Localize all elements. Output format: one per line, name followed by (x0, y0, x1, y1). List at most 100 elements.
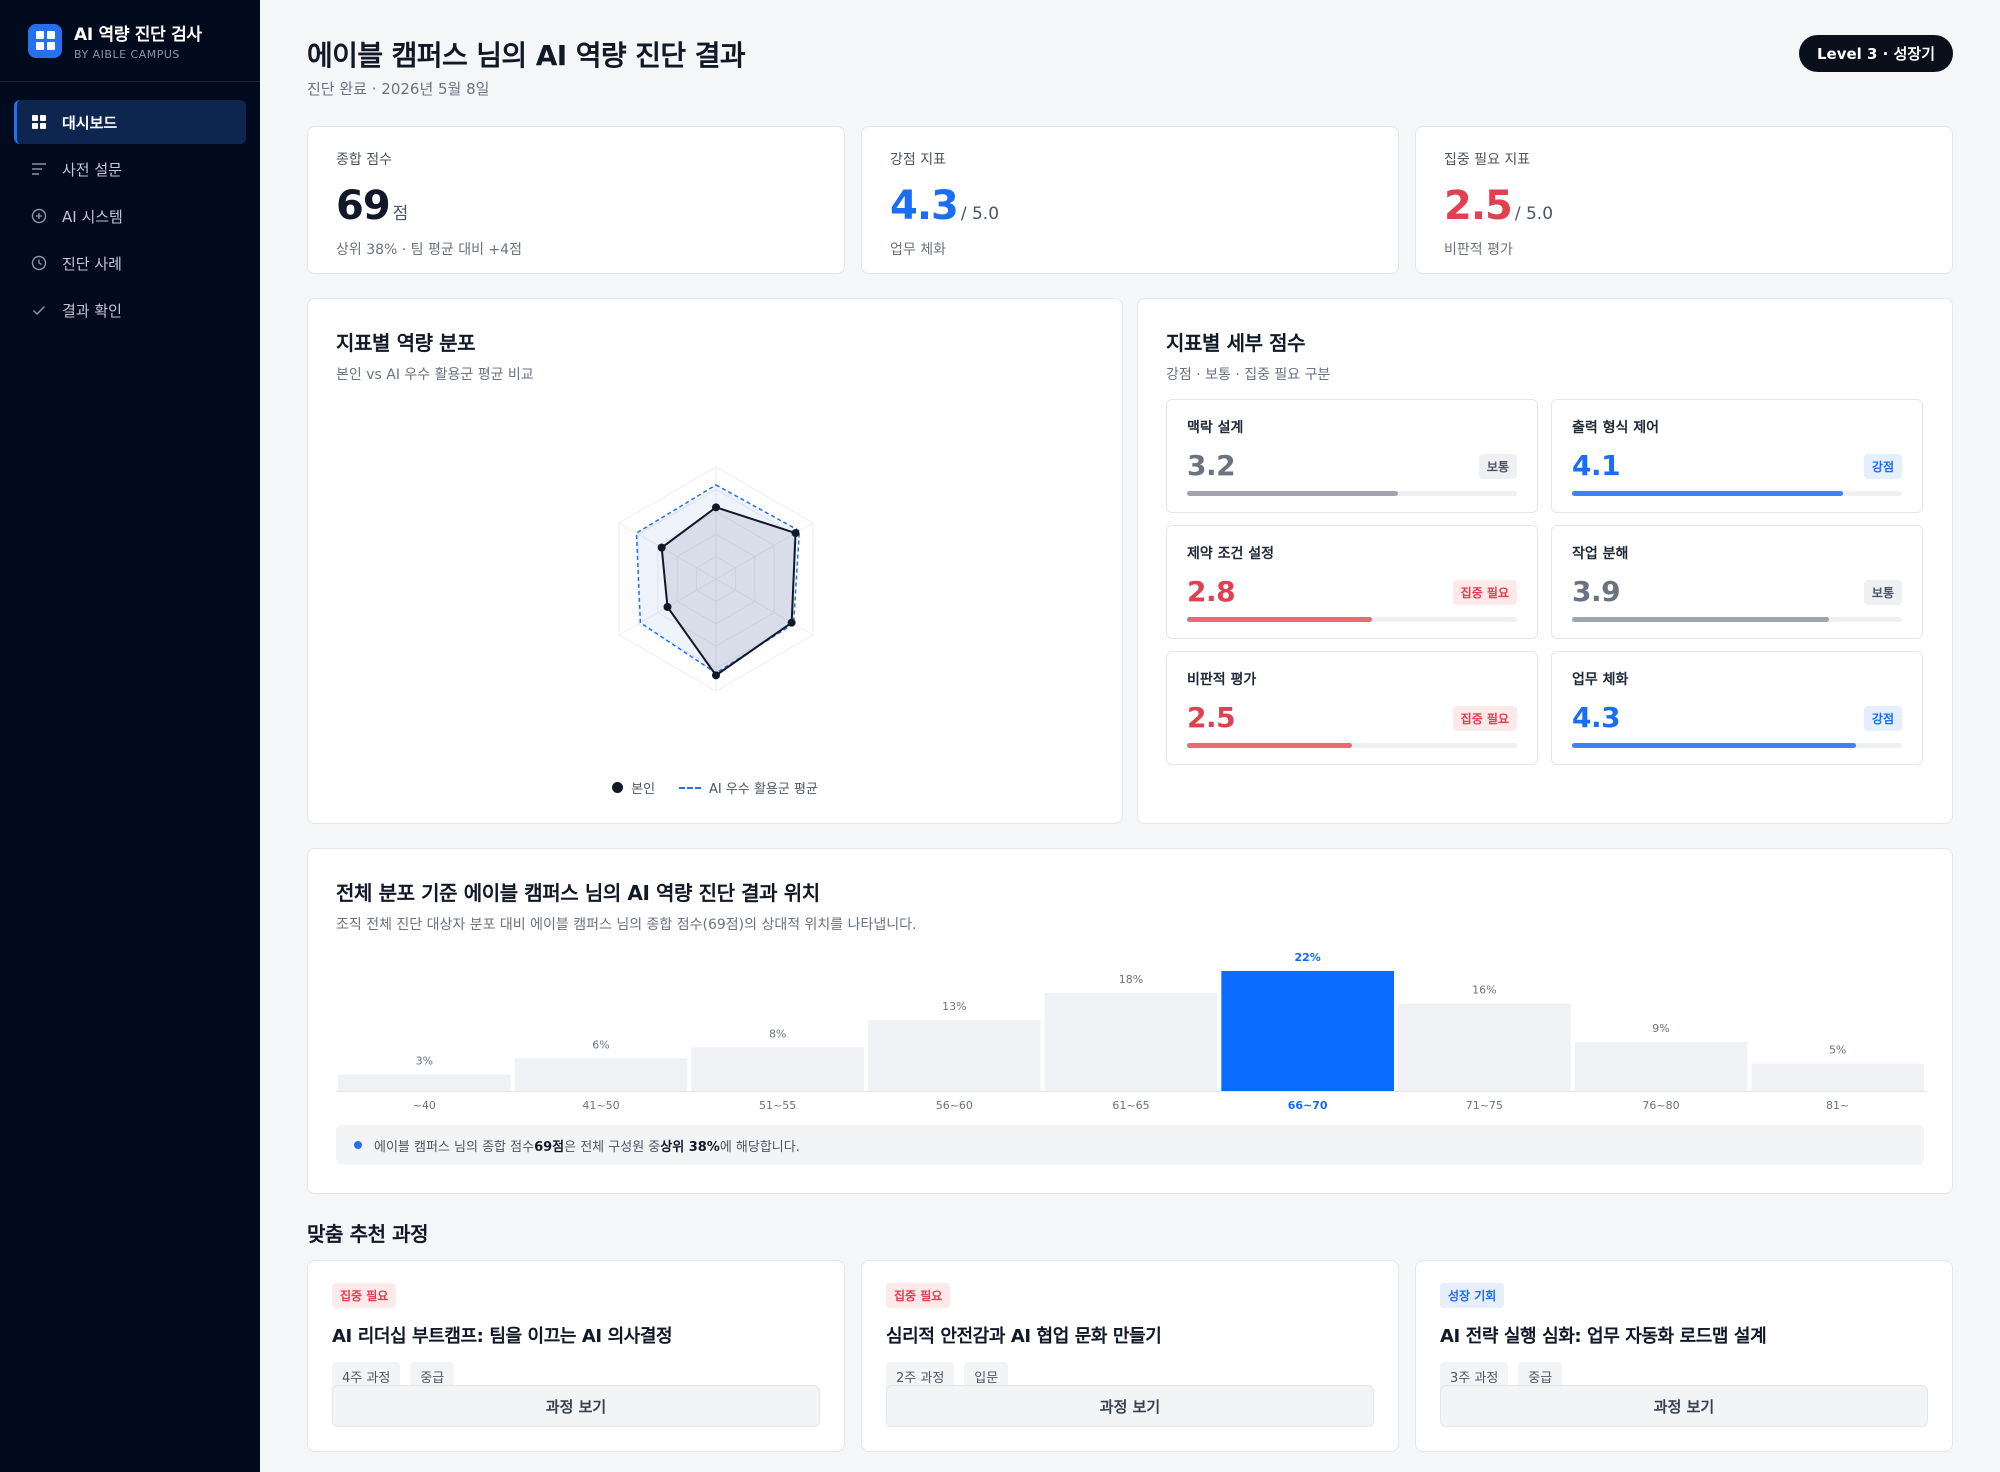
note-bullet-icon (354, 1141, 362, 1149)
score-name: 제약 조건 설정 (1187, 546, 1275, 562)
distribution-note: 에이블 캠퍼스 님의 종합 점수 69점 은 전체 구성원 중 상위 38% 에… (336, 1125, 1924, 1165)
distribution-bar (868, 1020, 1041, 1091)
rec-tag: 집중 필요 (332, 1283, 397, 1308)
score-bar-fill (1187, 617, 1372, 622)
detail-scores-card: 지표별 세부 점수 강점 · 보통 · 집중 필요 구분 맥락 설계 3.2 보통 출… (1137, 298, 1953, 824)
app-title: AI 역량 진단 검사 (74, 25, 202, 45)
score-tag: 강점 (1863, 706, 1902, 731)
radar-chart (618, 466, 814, 692)
distribution-title: 전체 분포 기준 에이블 캠퍼스 님의 AI 역량 진단 결과 위치 (336, 881, 820, 905)
level-badge: Level 3 · 성장기 (1798, 35, 1953, 72)
brand[interactable]: AI 역량 진단 검사 BY AIBLE CAMPUS (0, 0, 260, 82)
score-bar (1572, 617, 1902, 622)
score-tag: 집중 필요 (1452, 580, 1517, 605)
score-card: 업무 체화 4.3 강점 (1551, 651, 1923, 765)
rec-tag: 집중 필요 (886, 1283, 951, 1308)
score-bar (1572, 743, 1902, 748)
page-subtitle: 진단 완료 · 2026년 5월 8일 (307, 80, 490, 98)
score-value: 3.9 (1572, 575, 1621, 608)
kpi-unit: / 5.0 (960, 204, 1000, 224)
sidebar: AI 역량 진단 검사 BY AIBLE CAMPUS 대시보드 사전 설문 A… (0, 0, 260, 1472)
distribution-bar (1044, 992, 1218, 1091)
view-course-button[interactable]: 과정 보기 (332, 1385, 820, 1427)
score-name: 출력 형식 제어 (1572, 420, 1660, 436)
score-bar-fill (1572, 743, 1856, 748)
score-bar (1187, 617, 1517, 622)
score-grid: 맥락 설계 3.2 보통 출력 형식 제어 4.1 강점 제약 조건 설정 2.8 집중 필요 작… (1166, 399, 1923, 765)
radar-self-point (657, 543, 666, 552)
score-value: 4.1 (1572, 449, 1621, 482)
distribution-chart: 3% ~40 6% 41~50 8% 51~55 13% 56~60 18% 61~65 22% 66… (336, 951, 1926, 1112)
distribution-category-label: 56~60 (936, 1099, 973, 1112)
distribution-category-label: ~40 (413, 1099, 436, 1112)
rec-name: 심리적 안전감과 AI 협업 문화 만들기 (886, 1326, 1162, 1347)
list-icon (30, 160, 48, 178)
sidebar-item-cases[interactable]: 진단 사례 (14, 241, 246, 285)
score-card: 비판적 평가 2.5 집중 필요 (1166, 651, 1538, 765)
legend-self-marker (612, 782, 624, 793)
sidebar-item-dashboard[interactable]: 대시보드 (14, 100, 246, 144)
recommendation-card: 집중 필요 AI 리더십 부트캠프: 팀을 이끄는 AI 의사결정 4주 과정 … (307, 1260, 845, 1452)
distribution-value-label: 8% (769, 1027, 786, 1040)
distribution-value-label: 5% (1829, 1044, 1846, 1057)
rec-name: AI 리더십 부트캠프: 팀을 이끄는 AI 의사결정 (332, 1326, 673, 1347)
sidebar-item-label: 대시보드 (62, 113, 118, 132)
kpi-note: 비판적 평가 (1444, 242, 1513, 258)
note-prefix: 에이블 캠퍼스 님의 종합 점수 (374, 1139, 535, 1155)
sidebar-item-label: 진단 사례 (62, 254, 122, 273)
distribution-value-label: 6% (592, 1038, 609, 1051)
score-name: 작업 분해 (1572, 546, 1629, 562)
distribution-card: 전체 분포 기준 에이블 캠퍼스 님의 AI 역량 진단 결과 위치 조직 전체… (307, 848, 1953, 1194)
distribution-category-label: 51~55 (759, 1099, 796, 1112)
distribution-value-label: 3% (416, 1055, 433, 1068)
distribution-category-label: 66~70 (1288, 1099, 1328, 1112)
sidebar-item-results[interactable]: 결과 확인 (14, 288, 246, 332)
view-course-button[interactable]: 과정 보기 (1440, 1385, 1928, 1427)
distribution-bar (691, 1047, 864, 1091)
score-tag: 보통 (1863, 580, 1902, 605)
kpi-value: 4.3 (890, 183, 959, 229)
score-bar (1572, 491, 1902, 496)
sidebar-item-label: 결과 확인 (62, 301, 122, 320)
radar-subtitle: 본인 vs AI 우수 활용군 평균 비교 (336, 367, 534, 383)
score-value: 3.2 (1187, 449, 1236, 482)
page-title: 에이블 캠퍼스 님의 AI 역량 진단 결과 (307, 39, 746, 72)
distribution-category-label: 41~50 (582, 1099, 619, 1112)
score-bar-fill (1572, 491, 1843, 496)
sidebar-item-survey[interactable]: 사전 설문 (14, 147, 246, 191)
score-tag: 집중 필요 (1452, 706, 1517, 731)
kpi-unit: 점 (392, 204, 409, 224)
kpi-label: 집중 필요 지표 (1444, 152, 1531, 168)
score-tag: 보통 (1478, 454, 1517, 479)
legend-avg-marker (679, 786, 702, 789)
grid-icon (30, 113, 48, 131)
distribution-category-label: 76~80 (1642, 1099, 1679, 1112)
score-bar-fill (1572, 617, 1830, 622)
kpi-strength: 강점 지표 4.3 / 5.0 업무 체화 (861, 126, 1399, 274)
distribution-bar (1574, 1041, 1748, 1091)
kpi-value: 2.5 (1444, 183, 1513, 229)
view-course-button[interactable]: 과정 보기 (886, 1385, 1374, 1427)
rec-name: AI 전략 실행 심화: 업무 자동화 로드맵 설계 (1440, 1326, 1767, 1347)
score-value: 4.3 (1572, 701, 1621, 734)
page-header: 에이블 캠퍼스 님의 AI 역량 진단 결과 진단 완료 · 2026년 5월 … (307, 0, 1953, 126)
radar-self-point (787, 618, 796, 627)
score-name: 맥락 설계 (1187, 420, 1244, 436)
plus-circle-icon (30, 207, 48, 225)
recommendation-card: 성장 기회 AI 전략 실행 심화: 업무 자동화 로드맵 설계 3주 과정 중… (1415, 1260, 1953, 1452)
kpi-note: 상위 38% · 팀 평균 대비 +4점 (336, 242, 522, 258)
kpi-label: 강점 지표 (890, 152, 946, 168)
score-name: 비판적 평가 (1187, 672, 1257, 688)
recommendation-card: 집중 필요 심리적 안전감과 AI 협업 문화 만들기 2주 과정 입문 과정 … (861, 1260, 1399, 1452)
distribution-subtitle: 조직 전체 진단 대상자 분포 대비 에이블 캠퍼스 님의 종합 점수(69점)… (336, 917, 917, 933)
radar-title: 지표별 역량 분포 (336, 331, 476, 355)
sidebar-nav: 대시보드 사전 설문 AI 시스템 진단 사례 결과 확인 (0, 82, 260, 353)
kpi-total-score: 종합 점수 69 점 상위 38% · 팀 평균 대비 +4점 (307, 126, 845, 274)
distribution-category-label: 71~75 (1466, 1099, 1503, 1112)
legend-self-label: 본인 (631, 782, 656, 797)
kpi-label: 종합 점수 (336, 152, 392, 168)
radar-card: 지표별 역량 분포 본인 vs AI 우수 활용군 평균 비교 본인 AI 우수… (307, 298, 1123, 824)
sidebar-item-ai-system[interactable]: AI 시스템 (14, 194, 246, 238)
kpi-value: 69 (336, 183, 391, 229)
distribution-category-label: 61~65 (1112, 1099, 1149, 1112)
